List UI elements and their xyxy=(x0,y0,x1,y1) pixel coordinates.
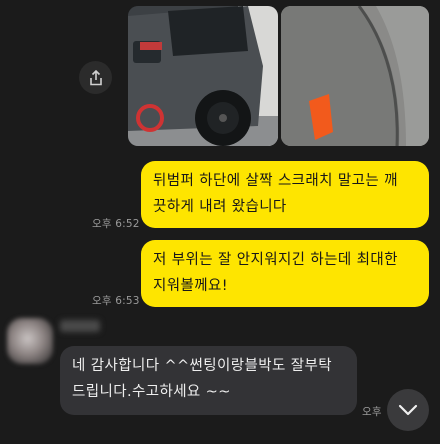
my-message-bubble[interactable]: 뒤범퍼 하단에 살짝 스크래치 말고는 깨 끗하게 내려 왔습니다 xyxy=(141,161,429,228)
message-timestamp: 오후 6:53 xyxy=(92,295,140,307)
car-rear-illustration xyxy=(128,6,278,146)
share-icon xyxy=(89,69,102,85)
chevron-down-icon xyxy=(398,404,418,416)
their-message-bubble[interactable]: 네 감사합니다 ^^썬팅이랑블박도 잘부탁 드립니다.수고하세요 ~~ xyxy=(60,346,357,415)
avatar[interactable] xyxy=(7,318,53,364)
my-message-bubble[interactable]: 저 부위는 잘 안지워지긴 하는데 최대한 지워볼께요! xyxy=(141,240,429,307)
car-rear-photo[interactable] xyxy=(128,6,278,146)
message-timestamp: 오후 xyxy=(362,406,382,418)
sender-name xyxy=(60,320,100,332)
scratch-closeup-photo[interactable] xyxy=(281,6,429,146)
share-button[interactable] xyxy=(79,61,112,94)
scratch-closeup-illustration xyxy=(281,6,429,146)
scroll-down-button[interactable] xyxy=(387,389,429,431)
message-timestamp: 오후 6:52 xyxy=(92,218,140,230)
